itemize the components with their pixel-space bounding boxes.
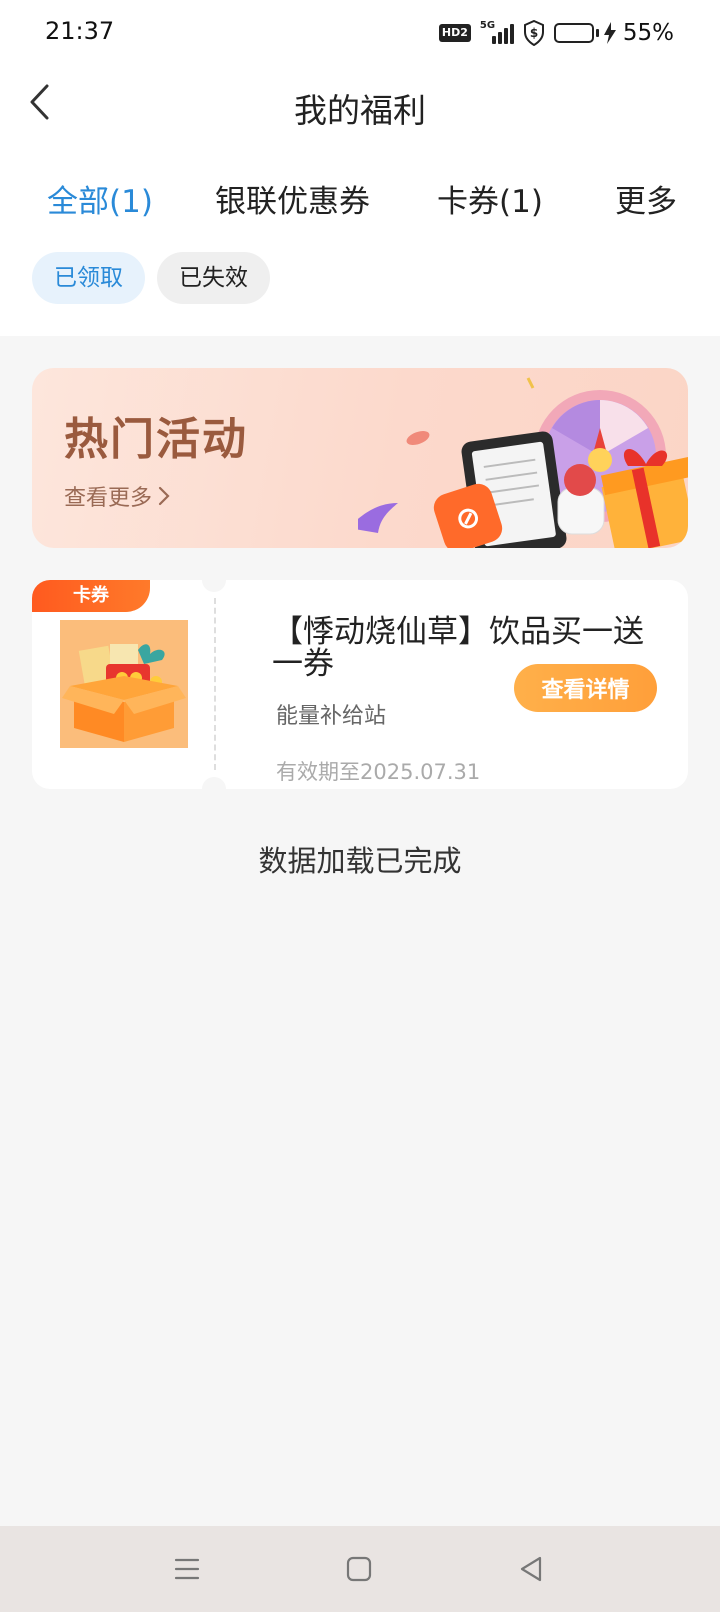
home-square-icon[interactable] <box>334 1544 384 1594</box>
banner-more-label: 查看更多 <box>64 486 153 511</box>
menu-icon[interactable] <box>162 1544 212 1594</box>
banner-more-link[interactable]: 查看更多 <box>64 480 170 512</box>
load-complete-text: 数据加载已完成 <box>258 844 462 878</box>
coupon-card[interactable]: 卡券 【悸动烧仙草】饮品买一送一券 能量补给站 有效期至2025.07.31 查… <box>32 568 688 801</box>
chevron-right-icon <box>158 486 170 506</box>
coupon-expiry: 有效期至2025.07.31 <box>276 760 481 784</box>
tab-cards[interactable]: 卡券(1) <box>437 176 543 221</box>
tab-all[interactable]: 全部(1) <box>47 176 153 221</box>
ticket-divider <box>214 598 216 770</box>
coupon-type-tag: 卡券 <box>32 580 150 612</box>
banner-title: 热门活动 <box>64 414 248 465</box>
tab-bar: 全部(1) 银联优惠券 卡券(1) 更多 <box>0 176 720 222</box>
ticket-notch-bottom <box>202 777 226 801</box>
network-type: 5G <box>479 20 496 31</box>
gift-box-thumbnail <box>60 620 188 748</box>
filter-expired[interactable]: 已失效 <box>157 252 270 304</box>
system-nav-bar <box>0 1526 720 1612</box>
svg-text:$: $ <box>530 26 538 40</box>
filter-claimed[interactable]: 已领取 <box>32 252 145 304</box>
battery-icon: 55% <box>553 20 674 46</box>
back-triangle-icon[interactable] <box>506 1544 556 1594</box>
status-time: 21:37 <box>45 17 115 45</box>
coupon-merchant: 能量补给站 <box>276 704 387 729</box>
tab-more[interactable]: 更多 <box>615 176 677 221</box>
coupon-left-panel: 卡券 <box>32 580 214 789</box>
ticket-notch-top <box>202 568 226 592</box>
tab-unionpay-coupons[interactable]: 银联优惠券 <box>215 176 370 221</box>
view-details-button[interactable]: 查看详情 <box>514 664 657 712</box>
banner-illustration: ⊘ <box>358 377 688 548</box>
charging-bolt-icon <box>603 22 616 44</box>
hot-activity-banner[interactable]: 热门活动 查看更多 ⊘ <box>32 368 688 548</box>
status-bar: 21:37 HD2 5G $ 55% <box>0 0 720 64</box>
shield-dollar-icon: $ <box>523 20 544 46</box>
signal-icon: 5G <box>479 20 514 44</box>
filter-chips: 已领取 已失效 <box>32 252 270 304</box>
page-title: 我的福利 <box>294 91 426 130</box>
battery-percent: 55% <box>622 20 674 46</box>
status-icons: HD2 5G $ 55% <box>438 18 674 48</box>
hd-voice-icon: HD2 <box>438 24 471 42</box>
